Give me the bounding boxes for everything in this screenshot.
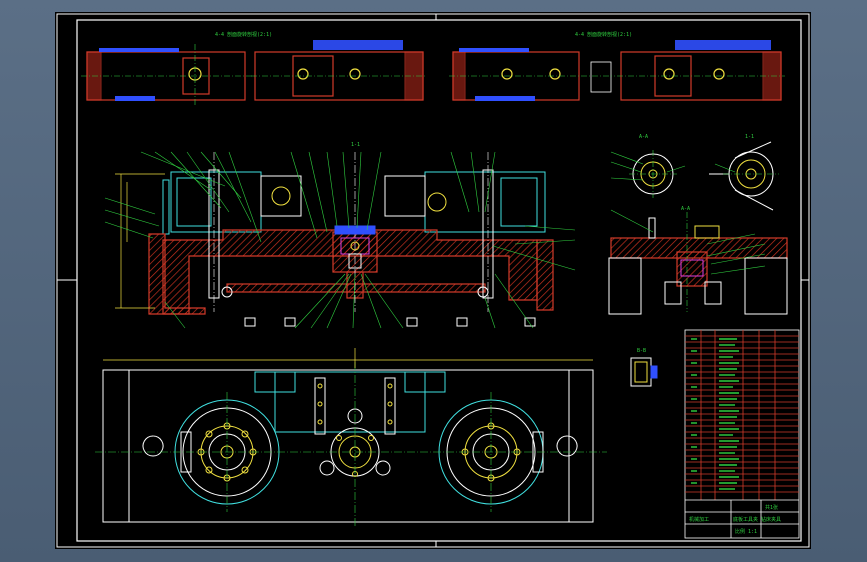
main-elevation-view: 1-1 [104, 142, 576, 329]
parts-list-rows [685, 335, 799, 501]
section-view-1 [81, 44, 255, 106]
section-label-side: A-A [639, 134, 648, 140]
engineering-drawing: 4-4 剖面旋转剖视(2:1) 4-4 剖面旋转剖视(2:1) 1-1 A-A … [56, 13, 810, 548]
section-label-lower: A-A [681, 206, 690, 212]
title-block: 底板工具夹 钻床夹具 机械加工 比例 1:1 共1张 [685, 500, 799, 538]
side-view-lower: A-A [608, 206, 788, 315]
title-sheet: 共1张 [765, 504, 778, 511]
detail-view-small: B-B [630, 348, 658, 387]
section-label-main: 1-1 [351, 142, 360, 148]
section-view-2 [251, 40, 427, 101]
title-scale: 比例 1:1 [735, 528, 757, 535]
title-name: 底板工具夹 钻床夹具 [733, 516, 781, 523]
title-org: 机械加工 [689, 516, 709, 523]
parts-list [684, 329, 800, 539]
plan-view [95, 348, 607, 526]
section-view-4 [617, 40, 785, 101]
section-view-3 [449, 48, 615, 101]
section-label-detail: B-B [637, 348, 646, 354]
caption-top-right: 4-4 剖面旋转剖视(2:1) [575, 31, 632, 38]
section-label-side-right: 1-1 [745, 134, 754, 140]
caption-top-left: 4-4 剖面旋转剖视(2:1) [215, 31, 272, 38]
side-view-upper: A-A 1-1 [610, 134, 779, 211]
cad-viewport[interactable]: 4-4 剖面旋转剖视(2:1) 4-4 剖面旋转剖视(2:1) 1-1 A-A … [55, 12, 811, 549]
